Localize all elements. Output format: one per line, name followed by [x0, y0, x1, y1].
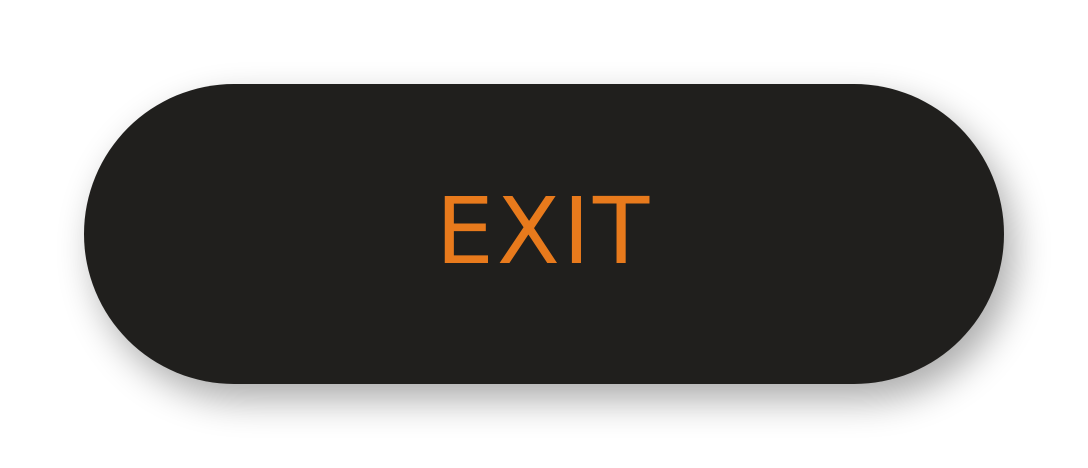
canvas: EXIT	[0, 0, 1088, 468]
exit-button[interactable]: EXIT	[84, 84, 1004, 384]
exit-button-label: EXIT	[435, 178, 653, 285]
